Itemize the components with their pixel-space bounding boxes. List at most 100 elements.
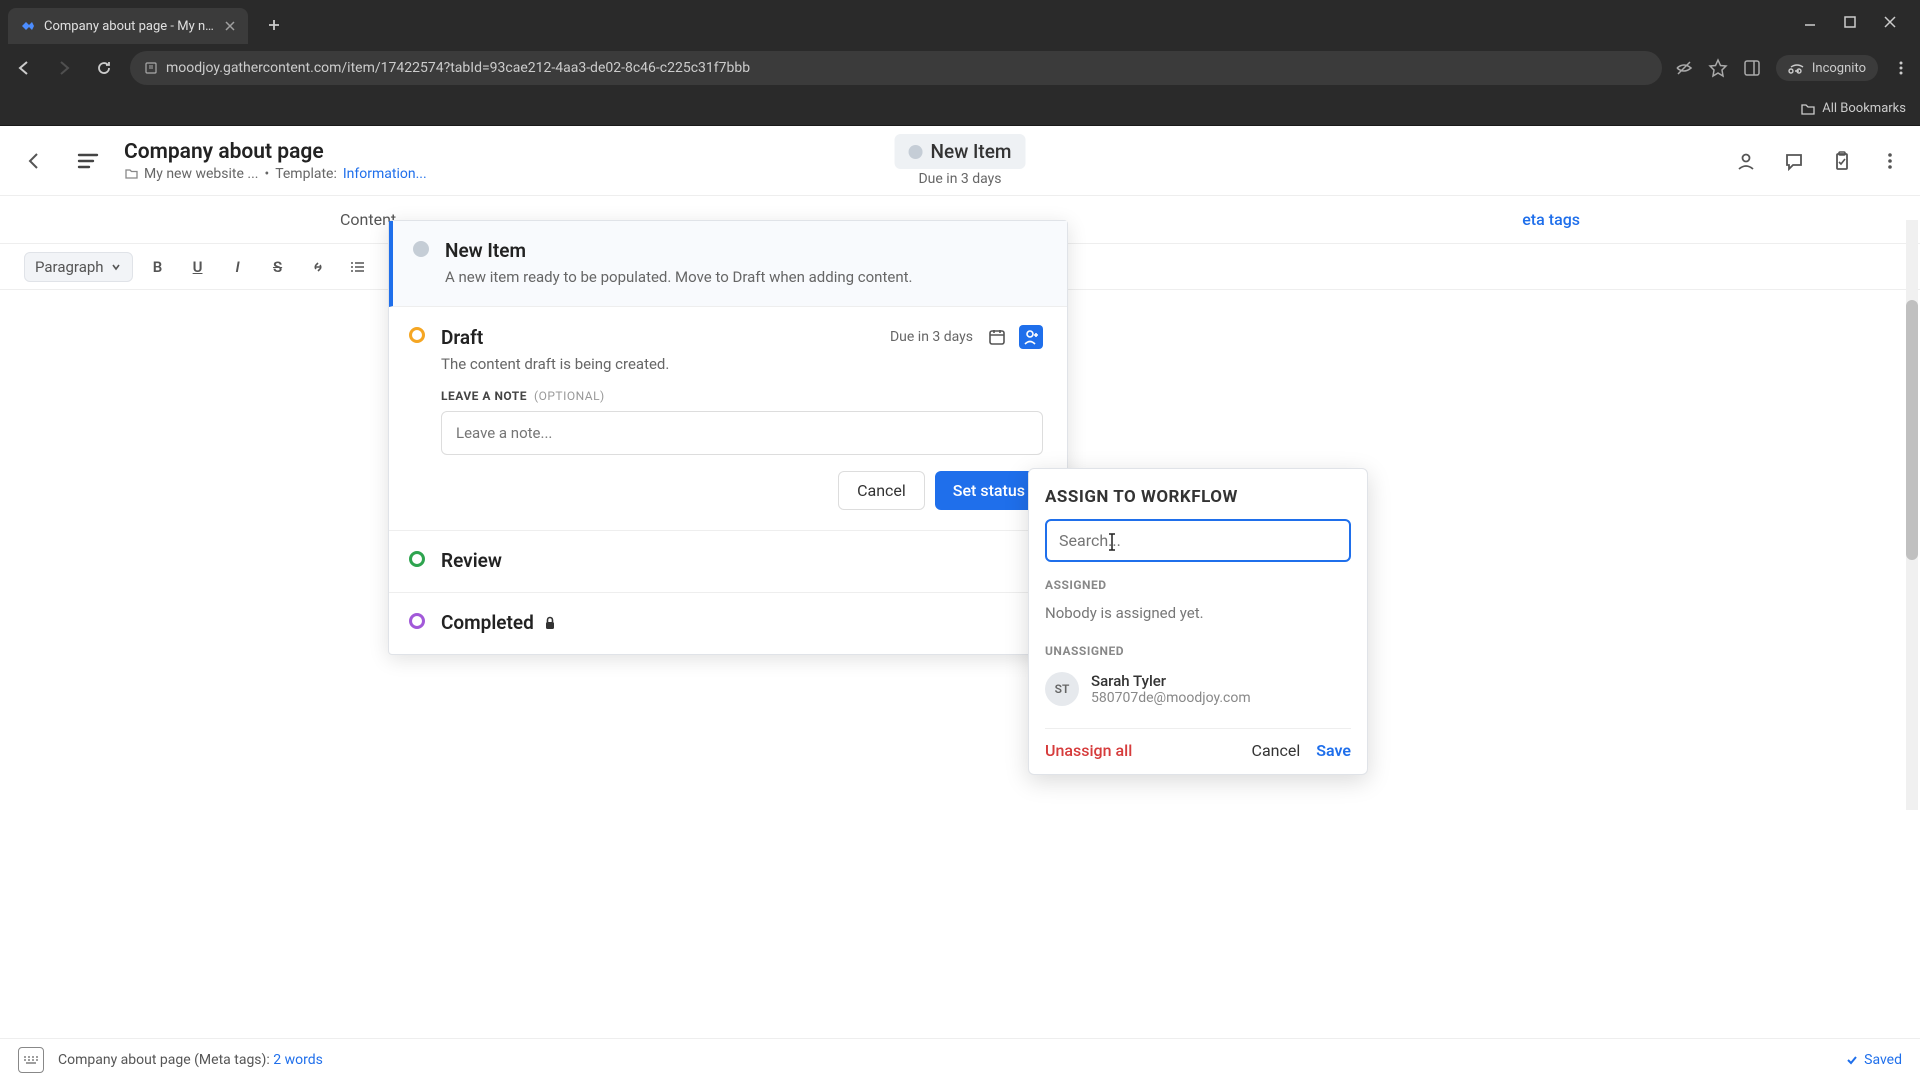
step-desc: A new item ready to be populated. Move t…: [445, 268, 1043, 286]
assign-save-button[interactable]: Save: [1316, 741, 1351, 760]
breadcrumb: My new website ... • Template: Informati…: [124, 166, 427, 182]
assign-actions: Unassign all Cancel Save: [1045, 728, 1351, 760]
incognito-badge[interactable]: Incognito: [1776, 55, 1878, 81]
user-name: Sarah Tyler: [1091, 672, 1251, 690]
keyboard-icon[interactable]: [18, 1047, 44, 1073]
step-title: Draft: [441, 326, 483, 349]
word-count[interactable]: 2 words: [273, 1052, 323, 1068]
step-title: Completed: [441, 611, 1043, 634]
eye-off-icon[interactable]: [1674, 58, 1694, 78]
assigned-empty: Nobody is assigned yet.: [1045, 598, 1351, 628]
bookmarks-bar: All Bookmarks: [0, 92, 1920, 126]
minimize-icon[interactable]: [1800, 12, 1820, 32]
site-info-icon: [144, 61, 158, 75]
list-toggle-button[interactable]: [70, 143, 106, 179]
favicon-icon: [20, 18, 36, 34]
tab-meta-tags[interactable]: eta tags: [1516, 200, 1586, 239]
browser-tab[interactable]: Company about page - My ne...: [8, 8, 248, 44]
link-button[interactable]: [303, 252, 333, 282]
scroll-thumb[interactable]: [1906, 300, 1918, 560]
template-link[interactable]: Information...: [343, 166, 427, 182]
app-content: Company about page My new website ... • …: [0, 126, 1920, 1080]
user-info: Sarah Tyler 580707de@moodjoy.com: [1091, 672, 1251, 706]
status-dot-icon: [409, 327, 425, 343]
bold-button[interactable]: B: [143, 252, 173, 282]
close-icon[interactable]: [224, 20, 236, 32]
status-dot-icon: [409, 551, 425, 567]
browser-chrome: Company about page - My ne... moodjoy.ga…: [0, 0, 1920, 126]
check-icon: [1845, 1053, 1859, 1067]
set-status-button[interactable]: Set status: [935, 471, 1043, 510]
footer-doc: Company about page (Meta tags):: [58, 1052, 270, 1068]
workflow-step-completed[interactable]: Completed: [389, 593, 1067, 654]
step-header: Draft Due in 3 days: [441, 325, 1043, 349]
italic-button[interactable]: I: [223, 252, 253, 282]
window-controls: [1800, 12, 1912, 32]
url-text: moodjoy.gathercontent.com/item/17422574?…: [166, 60, 750, 76]
assign-icon[interactable]: [1019, 325, 1043, 349]
step-actions: Cancel Set status: [441, 471, 1043, 510]
new-tab-button[interactable]: [260, 11, 288, 39]
title-block: Company about page My new website ... • …: [124, 140, 427, 182]
forward-icon[interactable]: [50, 54, 78, 82]
chrome-menu-icon[interactable]: [1892, 59, 1910, 77]
star-icon[interactable]: [1708, 58, 1728, 78]
saved-indicator: Saved: [1845, 1052, 1902, 1068]
status-dot-icon: [409, 613, 425, 629]
chevron-down-icon: [110, 261, 122, 273]
comment-icon[interactable]: [1780, 147, 1808, 175]
note-input[interactable]: [441, 411, 1043, 455]
panel-icon[interactable]: [1742, 58, 1762, 78]
clipboard-icon[interactable]: [1828, 147, 1856, 175]
workflow-step-new-item[interactable]: New Item A new item ready to be populate…: [389, 221, 1067, 307]
calendar-icon[interactable]: [985, 325, 1009, 349]
folder-icon: [1800, 101, 1816, 117]
assign-search-input[interactable]: [1045, 519, 1351, 562]
step-title: Review: [441, 549, 1043, 572]
person-icon[interactable]: [1732, 147, 1760, 175]
reload-icon[interactable]: [90, 54, 118, 82]
status-chip[interactable]: New Item: [895, 134, 1026, 169]
header-center: New Item Due in 3 days: [895, 134, 1026, 187]
list-button[interactable]: [343, 252, 373, 282]
breadcrumb-folder[interactable]: My new website ...: [124, 166, 258, 182]
note-label: LEAVE A NOTE (OPTIONAL): [441, 389, 1043, 403]
user-email: 580707de@moodjoy.com: [1091, 690, 1251, 706]
close-window-icon[interactable]: [1880, 12, 1900, 32]
address-bar: moodjoy.gathercontent.com/item/17422574?…: [0, 44, 1920, 92]
scrollbar[interactable]: [1906, 220, 1918, 810]
status-dot-icon: [413, 241, 429, 257]
workflow-step-draft: Draft Due in 3 days The content draft is…: [389, 307, 1067, 531]
header-left: Company about page My new website ... • …: [16, 140, 427, 182]
assign-cancel-button[interactable]: Cancel: [1252, 741, 1301, 760]
app-back-button[interactable]: [16, 143, 52, 179]
app-header: Company about page My new website ... • …: [0, 126, 1920, 196]
workflow-step-review[interactable]: Review: [389, 531, 1067, 593]
status-label: New Item: [931, 140, 1012, 163]
page-title: Company about page: [124, 140, 427, 164]
cancel-button[interactable]: Cancel: [838, 471, 925, 510]
strikethrough-button[interactable]: S: [263, 252, 293, 282]
more-icon[interactable]: [1876, 147, 1904, 175]
paragraph-dropdown[interactable]: Paragraph: [24, 252, 133, 282]
step-due: Due in 3 days: [890, 329, 973, 345]
underline-button[interactable]: U: [183, 252, 213, 282]
header-right: [1732, 147, 1904, 175]
paragraph-label: Paragraph: [35, 258, 104, 276]
assigned-label: ASSIGNED: [1045, 578, 1351, 592]
user-row[interactable]: ST Sarah Tyler 580707de@moodjoy.com: [1045, 664, 1351, 714]
assign-popup: ASSIGN TO WORKFLOW ASSIGNED Nobody is as…: [1028, 468, 1368, 775]
url-field[interactable]: moodjoy.gathercontent.com/item/17422574?…: [130, 51, 1662, 85]
maximize-icon[interactable]: [1840, 12, 1860, 32]
status-dot-icon: [909, 145, 923, 159]
app-footer: Company about page (Meta tags): 2 words …: [0, 1038, 1920, 1080]
step-desc: The content draft is being created.: [441, 355, 1043, 373]
back-icon[interactable]: [10, 54, 38, 82]
all-bookmarks[interactable]: All Bookmarks: [1800, 101, 1906, 117]
incognito-label: Incognito: [1812, 61, 1866, 76]
tab-title: Company about page - My ne...: [44, 19, 216, 34]
address-bar-right: Incognito: [1674, 55, 1910, 81]
avatar: ST: [1045, 672, 1079, 706]
lock-icon: [542, 615, 558, 631]
unassign-all-button[interactable]: Unassign all: [1045, 741, 1132, 760]
